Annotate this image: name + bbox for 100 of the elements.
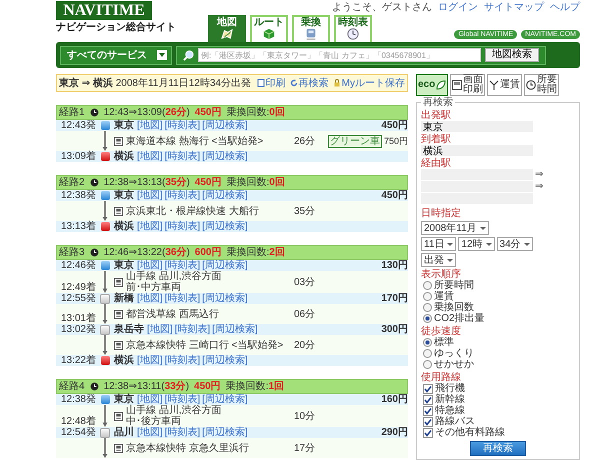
station-link[interactable]: [時刻表] xyxy=(164,427,200,438)
checkbox[interactable] xyxy=(423,416,433,426)
field-label: 使用路線 xyxy=(421,372,461,383)
route-time: 12:46⇒13:22(36分) xyxy=(104,247,190,258)
station-link[interactable]: [時刻表] xyxy=(164,293,200,304)
field-label: 日時指定 xyxy=(421,208,462,219)
toolbar-button[interactable]: 運賃 xyxy=(487,74,522,96)
station-link[interactable]: [時刻表] xyxy=(164,394,200,405)
station-link[interactable]: [周辺検索] xyxy=(202,293,248,304)
train-icon xyxy=(114,310,123,318)
arrow-glyph: ⇒ xyxy=(535,169,544,180)
station-link[interactable]: [地図] xyxy=(137,221,163,232)
station-link[interactable]: [周辺検索] xyxy=(202,260,248,271)
station-link[interactable]: [時刻表] xyxy=(164,221,200,232)
minute-select[interactable]: 34分 xyxy=(496,237,533,251)
radio-button[interactable] xyxy=(423,349,432,358)
station-link[interactable]: [地図] xyxy=(137,355,163,366)
train-icon xyxy=(114,278,123,286)
station-link[interactable]: [周辺検索] xyxy=(202,355,248,366)
departure-field[interactable]: 東京 xyxy=(421,121,533,132)
station-time: 13:02発 xyxy=(60,324,97,335)
lock-icon xyxy=(332,79,341,87)
station-marker-icon xyxy=(100,152,110,161)
summary-link[interactable]: Myルート保存 xyxy=(332,78,405,88)
station-link[interactable]: [周辺検索] xyxy=(202,120,248,131)
station-link[interactable]: [地図] xyxy=(137,190,163,201)
month-select[interactable]: 2008年11月 xyxy=(421,221,489,235)
station-link[interactable]: [地図] xyxy=(137,427,163,438)
checkbox[interactable] xyxy=(423,384,433,394)
nav-tab[interactable]: ルート xyxy=(250,15,288,42)
radio-button[interactable] xyxy=(423,338,432,347)
radio-button[interactable] xyxy=(423,314,432,323)
summary-link[interactable]: 再検索 xyxy=(290,78,329,88)
nav-tab[interactable]: 乗換 xyxy=(292,15,330,42)
radio-button[interactable] xyxy=(423,281,432,290)
clock-icon xyxy=(90,248,99,257)
station-link[interactable]: [地図] xyxy=(137,293,163,304)
toolbar-button[interactable]: 所要時間 xyxy=(524,74,560,96)
radio-button[interactable] xyxy=(423,360,432,369)
station-link[interactable]: [周辺検索] xyxy=(202,151,248,162)
option-label: その他有料路線 xyxy=(435,427,505,438)
page-icon xyxy=(256,79,265,87)
checkbox[interactable] xyxy=(423,406,433,416)
train-line: 都営浅草線 西馬込行 xyxy=(126,308,219,320)
services-dropdown[interactable]: すべてのサービス xyxy=(60,46,172,64)
station-time: 13:13着 xyxy=(60,221,97,232)
toolbar-button[interactable]: 画面印刷 xyxy=(450,74,486,96)
station-link[interactable]: [周辺検索] xyxy=(202,394,248,405)
station-link[interactable]: [周辺検索] xyxy=(212,324,258,335)
station-link[interactable]: [地図] xyxy=(147,324,173,335)
nav-tab[interactable]: 時刻表 xyxy=(334,15,372,42)
station-link[interactable]: [周辺検索] xyxy=(202,190,248,201)
toolbar-button[interactable]: eco xyxy=(416,74,448,96)
route-arrow xyxy=(101,335,109,355)
route-arrow xyxy=(101,131,109,151)
logo[interactable]: NAVITIME xyxy=(56,1,152,20)
train-line: 山手線 品川,渋谷方面 xyxy=(126,271,222,282)
train-icon xyxy=(114,340,123,350)
option-label: 飛行機 xyxy=(435,383,465,394)
panel-title: 再検索 xyxy=(421,97,455,108)
station-link[interactable]: [地図] xyxy=(137,120,163,131)
station-name: 東京 xyxy=(114,120,134,131)
fare: 450円 xyxy=(381,120,408,131)
route-label: 経路3 xyxy=(59,247,85,258)
research-button[interactable]: 再検索 xyxy=(470,441,526,456)
transfer-count: 乗換回数:0回 xyxy=(226,107,285,118)
station-link[interactable]: [時刻表] xyxy=(164,151,200,162)
nav-tab[interactable]: 地図 xyxy=(208,15,246,42)
header-link[interactable]: サイトマップ xyxy=(484,2,544,13)
screen-icon xyxy=(452,80,462,90)
route-summary: 東京 ⇒ 横浜 2008年11月11日12時34分出発 xyxy=(59,78,251,88)
station-link[interactable]: [時刻表] xyxy=(164,355,200,366)
station-link[interactable]: [周辺検索] xyxy=(202,221,248,232)
radio-button[interactable] xyxy=(423,292,432,301)
hour-select[interactable]: 12時 xyxy=(458,237,495,251)
station-link[interactable]: [時刻表] xyxy=(164,120,200,131)
station-link[interactable]: [地図] xyxy=(137,151,163,162)
station-link[interactable]: [時刻表] xyxy=(164,190,200,201)
station-link[interactable]: [時刻表] xyxy=(174,324,210,335)
day-select[interactable]: 11日 xyxy=(421,237,456,251)
station-time: 12:55発 xyxy=(60,293,97,304)
station-name: 東京 xyxy=(114,394,134,405)
clock-icon xyxy=(90,382,99,391)
station-link[interactable]: [地図] xyxy=(137,394,163,405)
travel-duration: 26分 xyxy=(294,136,316,146)
radio-button[interactable] xyxy=(423,303,432,312)
arrival-field[interactable]: 横浜 xyxy=(421,145,533,156)
map-search-button[interactable]: 地図検索 xyxy=(485,48,539,62)
field-label: 徒歩速度 xyxy=(421,326,462,337)
station-link[interactable]: [時刻表] xyxy=(164,260,200,271)
header-link[interactable]: ヘルプ xyxy=(550,2,580,13)
search-field[interactable]: 例:「港区赤坂」「東京タワー」「青山 カフェ」「0345678901」 xyxy=(198,48,481,62)
checkbox[interactable] xyxy=(423,428,433,438)
checkbox[interactable] xyxy=(423,394,433,404)
summary-link[interactable]: 印刷 xyxy=(256,78,286,88)
route-time: 12:38⇒13:11(33分) xyxy=(104,381,190,392)
station-link[interactable]: [地図] xyxy=(137,260,163,271)
header-link[interactable]: ログイン xyxy=(438,2,478,13)
departure-type-select[interactable]: 出発 xyxy=(421,253,456,267)
station-link[interactable]: [周辺検索] xyxy=(202,427,248,438)
